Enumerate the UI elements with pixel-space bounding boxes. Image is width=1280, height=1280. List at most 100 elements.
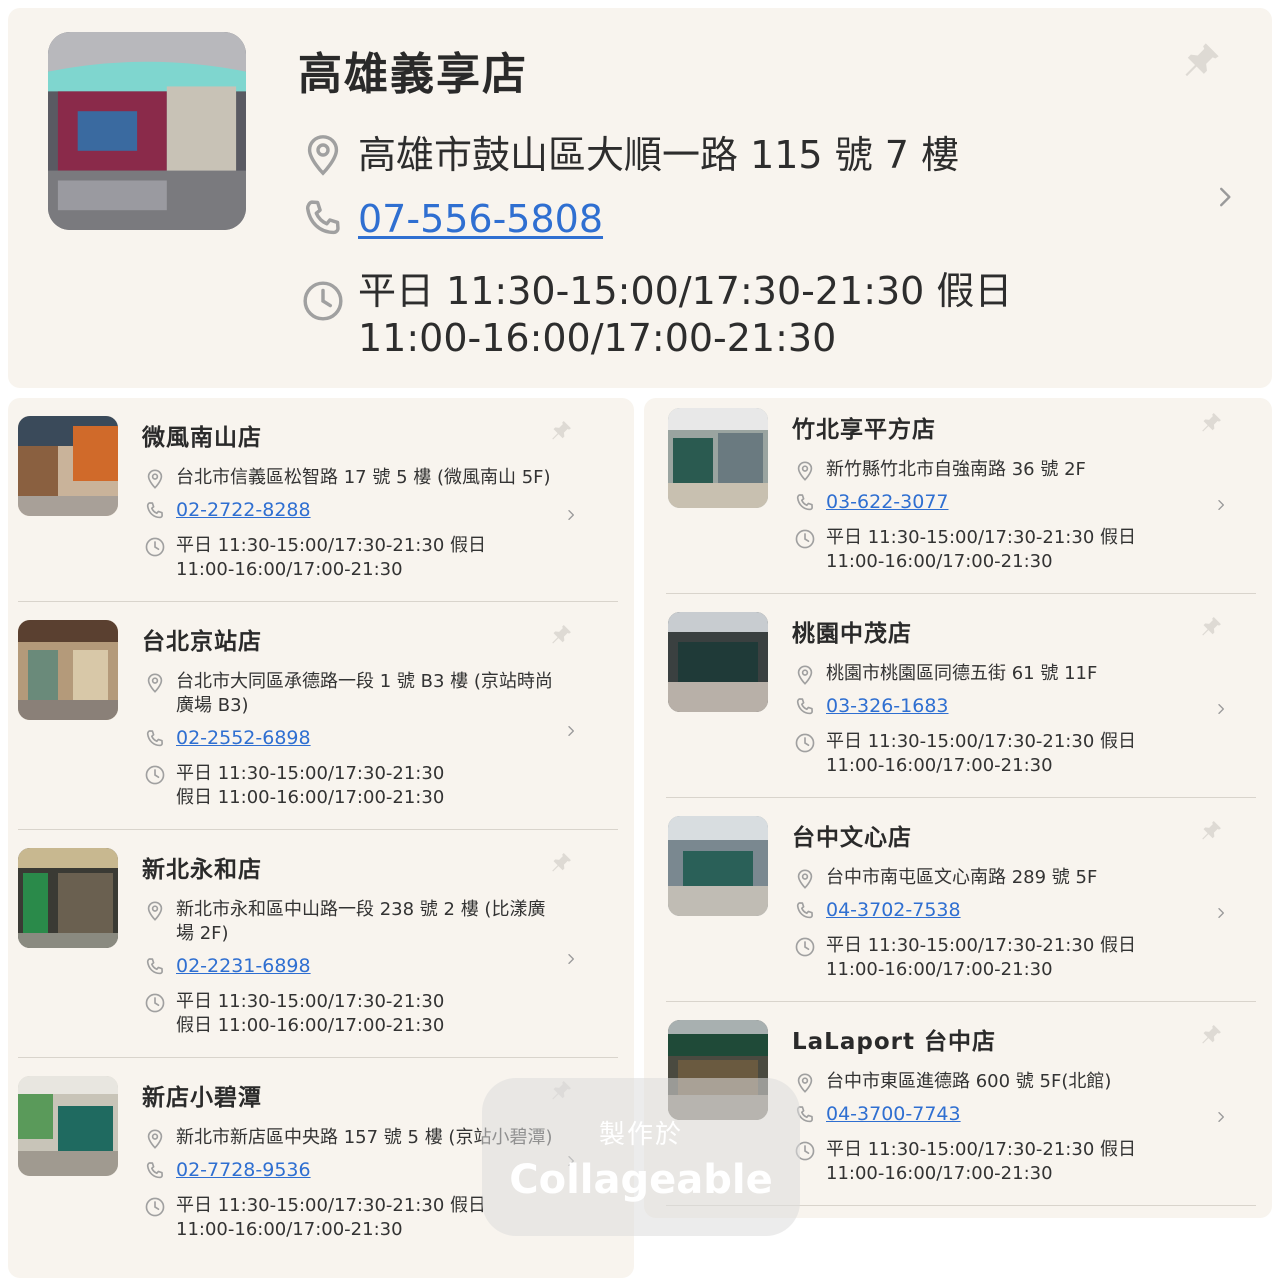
- phone-link[interactable]: 02-2552-6898: [176, 726, 311, 750]
- hours-line: 假日 11:00-16:00/17:00-21:30: [176, 1015, 445, 1036]
- store-card[interactable]: 台北京站店 台北市大同區承德路一段 1 號 B3 樓 (京站時尚 廣場 B3) 0…: [8, 620, 598, 810]
- chevron-right-icon[interactable]: [1214, 1106, 1228, 1132]
- location-icon: [300, 132, 346, 178]
- featured-address: 高雄市鼓山區大順一路 115 號 7 樓: [358, 133, 960, 177]
- chevron-right-icon[interactable]: [1212, 180, 1238, 218]
- store-hours: 平日 11:30-15:00/17:30-21:30 假日 11:00-16:00…: [826, 730, 1136, 778]
- pin-icon[interactable]: [1198, 818, 1224, 848]
- hours-line: 11:00-16:00/17:00-21:30: [826, 755, 1053, 776]
- featured-store-card[interactable]: 高雄義享店 高雄市鼓山區大順一路 115 號 7 樓 07-556-5808 平…: [8, 8, 1272, 388]
- store-address: 新北市永和區中山路一段 238 號 2 樓 (比漾廣場 2F): [176, 898, 545, 946]
- address-line: 台北市信義區松智路 17 號 5 樓 (微風南山 5F): [176, 467, 551, 488]
- hours-line: 11:00-16:00/17:00-21:30: [826, 1163, 1053, 1184]
- store-name: 桃園中茂店: [792, 621, 912, 647]
- location-icon: [794, 664, 816, 686]
- phone-row: 03-326-1683: [794, 694, 1234, 718]
- store-card[interactable]: 竹北享平方店 新竹縣竹北市自強南路 36 號 2F 03-622-3077 平日…: [658, 408, 1248, 598]
- hours-row: 平日 11:30-15:00/17:30-21:30 假日 11:00-16:00…: [794, 526, 1234, 574]
- hours-row: 平日 11:30-15:00/17:30-21:30 假日 11:00-16:00…: [794, 934, 1234, 982]
- pin-icon[interactable]: [1198, 1022, 1224, 1052]
- store-photo: [18, 416, 118, 516]
- store-name: 台北京站店: [142, 629, 262, 655]
- chevron-right-icon[interactable]: [1214, 494, 1228, 520]
- chevron-right-icon[interactable]: [564, 720, 578, 746]
- store-name: 新店小碧潭: [142, 1085, 262, 1111]
- pin-icon[interactable]: [1198, 410, 1224, 440]
- address-row: 台中市南屯區文心南路 289 號 5F: [794, 866, 1234, 890]
- divider: [18, 829, 618, 830]
- phone-row: 03-622-3077: [794, 490, 1234, 514]
- location-icon: [144, 468, 166, 490]
- hours-row: 平日 11:30-15:00/17:30-21:30 假日 11:00-16:00…: [794, 1138, 1234, 1186]
- phone-link[interactable]: 03-326-1683: [826, 694, 949, 718]
- address-row: 台中市東區進德路 600 號 5F(北館): [794, 1070, 1234, 1094]
- clock-icon: [794, 936, 816, 958]
- featured-phone-link[interactable]: 07-556-5808: [358, 196, 603, 243]
- store-name: 新北永和店: [142, 857, 262, 883]
- address-row: 台北市大同區承德路一段 1 號 B3 樓 (京站時尚 廣場 B3): [144, 670, 584, 718]
- store-address: 台北市大同區承德路一段 1 號 B3 樓 (京站時尚 廣場 B3): [176, 670, 553, 718]
- store-photo: [18, 848, 118, 948]
- store-name: 微風南山店: [142, 425, 262, 451]
- store-hours: 平日 11:30-15:00/17:30-21:30 假日 11:00-16:00…: [176, 534, 486, 582]
- store-photo: [668, 408, 768, 508]
- pin-icon[interactable]: [1198, 614, 1224, 644]
- hours-line: 平日 11:30-15:00/17:30-21:30 假日: [176, 535, 486, 556]
- store-hours: 平日 11:30-15:00/17:30-21:30 假日 11:00-16:00…: [176, 762, 444, 810]
- hours-line: 平日 11:30-15:00/17:30-21:30 假日: [826, 731, 1136, 752]
- store-name: LaLaport 台中店: [792, 1029, 996, 1055]
- featured-store-name: 高雄義享店: [298, 49, 528, 100]
- hours-line: 平日 11:30-15:00/17:30-21:30 假日: [826, 527, 1136, 548]
- chevron-right-icon[interactable]: [564, 948, 578, 974]
- divider: [666, 593, 1256, 594]
- hours-line: 平日 11:30-15:00/17:30-21:30 假日: [176, 1195, 486, 1216]
- store-card[interactable]: 台中文心店 台中市南屯區文心南路 289 號 5F 04-3702-7538 平…: [658, 816, 1248, 1006]
- phone-link[interactable]: 02-2722-8288: [176, 498, 311, 522]
- store-address: 台中市南屯區文心南路 289 號 5F: [826, 867, 1098, 888]
- hours-line: 平日 11:30-15:00/17:30-21:30: [176, 763, 445, 784]
- pin-icon[interactable]: [548, 622, 574, 652]
- clock-icon: [300, 278, 346, 324]
- phone-link[interactable]: 03-622-3077: [826, 490, 949, 514]
- chevron-right-icon[interactable]: [564, 504, 578, 530]
- phone-link[interactable]: 02-7728-9536: [176, 1158, 311, 1182]
- divider: [666, 797, 1256, 798]
- clock-icon: [794, 528, 816, 550]
- phone-icon: [300, 196, 346, 242]
- phone-icon: [144, 1160, 166, 1182]
- store-photo: [668, 612, 768, 712]
- store-name: 台中文心店: [792, 825, 912, 851]
- store-card[interactable]: 桃園中茂店 桃園市桃園區同德五街 61 號 11F 03-326-1683 平日…: [658, 612, 1248, 802]
- chevron-right-icon[interactable]: [1214, 698, 1228, 724]
- location-icon: [144, 672, 166, 694]
- pin-icon[interactable]: [548, 418, 574, 448]
- phone-link[interactable]: 04-3702-7538: [826, 898, 961, 922]
- phone-link[interactable]: 02-2231-6898: [176, 954, 311, 978]
- store-address: 桃園市桃園區同德五街 61 號 11F: [826, 663, 1098, 684]
- phone-row: 02-2552-6898: [144, 726, 584, 750]
- pin-icon[interactable]: [548, 850, 574, 880]
- hours-line: 平日 11:30-15:00/17:30-21:30 假日: [826, 1139, 1136, 1160]
- store-card[interactable]: 新北永和店 新北市永和區中山路一段 238 號 2 樓 (比漾廣場 2F) 02…: [8, 848, 598, 1038]
- store-photo: [18, 620, 118, 720]
- store-photo: [668, 816, 768, 916]
- featured-address-row: 高雄市鼓山區大順一路 115 號 7 樓: [300, 132, 959, 179]
- phone-row: 02-2231-6898: [144, 954, 584, 978]
- hours-line: 平日 11:30-15:00/17:30-21:30: [176, 991, 445, 1012]
- pin-icon[interactable]: [1178, 38, 1224, 88]
- location-icon: [794, 868, 816, 890]
- phone-link[interactable]: 04-3700-7743: [826, 1102, 961, 1126]
- location-icon: [144, 1128, 166, 1150]
- divider: [18, 1057, 618, 1058]
- phone-row: 02-2722-8288: [144, 498, 584, 522]
- watermark-brand: Collageable: [509, 1157, 773, 1203]
- phone-row: 04-3702-7538: [794, 898, 1234, 922]
- featured-hours: 平日 11:30-15:00/17:30-21:30 假日 11:00-16:0…: [358, 268, 1012, 362]
- store-card[interactable]: 微風南山店 台北市信義區松智路 17 號 5 樓 (微風南山 5F) 02-27…: [8, 416, 598, 606]
- location-icon: [144, 900, 166, 922]
- phone-icon: [144, 956, 166, 978]
- phone-icon: [794, 492, 816, 514]
- address-row: 新北市永和區中山路一段 238 號 2 樓 (比漾廣場 2F): [144, 898, 584, 946]
- featured-phone-row: 07-556-5808: [300, 196, 603, 243]
- chevron-right-icon[interactable]: [1214, 902, 1228, 928]
